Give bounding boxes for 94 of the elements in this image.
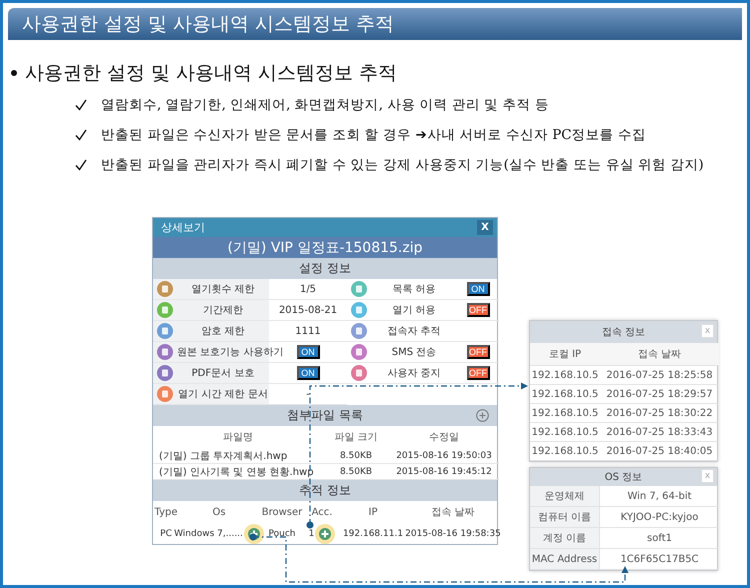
circle-icon	[157, 365, 173, 381]
column-header: Acc.	[312, 506, 332, 518]
table-cell: 2015-08-16 19:50:03	[396, 450, 492, 460]
circle-icon	[351, 365, 367, 381]
table-cell-text: (기밀) 인사기록 및 연봉 현황.hwp	[159, 466, 314, 478]
table-cell: 192.168.11.1	[342, 528, 404, 538]
column-header: 파일명	[223, 431, 253, 444]
column-header: 로컬 IP	[548, 348, 582, 361]
column-header: IP	[368, 506, 378, 518]
column-header: 접속 날짜	[431, 506, 475, 519]
table-cell: 2016-07-25 18:40:05	[606, 446, 713, 456]
table-cell: 1	[308, 528, 314, 538]
setting-value: -	[306, 388, 310, 400]
setting-label: 열기 시간 제한 문서	[177, 388, 269, 401]
slide-heading: 사용권한 설정 및 사용내역 시스템정보 추적	[25, 61, 398, 86]
popup-title: OS 정보	[604, 471, 642, 484]
slide-title-bar: 사용권한 설정 및 사용내역 시스템정보 추적	[8, 8, 742, 40]
check-icon	[75, 129, 87, 141]
circle-icon	[351, 323, 367, 339]
circle-icon	[157, 323, 173, 339]
setting-value: 2015-08-21	[278, 304, 338, 316]
section-header: 첨부파일 목록	[287, 407, 363, 424]
setting-label: 접속자 추적	[386, 325, 442, 338]
circle-icon	[351, 302, 367, 318]
section-header: 추적 정보	[153, 480, 497, 501]
field-label: 컴퓨터 이름	[538, 511, 592, 524]
circle-icon	[351, 281, 367, 297]
bullet-text: 반출된 파일을 관리자가 즉시 폐기할 수 있는 강제 사용중지 기능(실수 반출 또는 유실 위험 감지)	[101, 156, 704, 174]
table-cell: PC	[160, 528, 172, 538]
table-cell: 8.50KB	[340, 450, 372, 460]
bullet-text: 반출된 파일은 수신자가 받은 문서를 조회 할 경우 ➔사내 서버로 수신자 PC정보를 수집	[101, 126, 646, 144]
section-header: 설정 정보	[153, 258, 497, 279]
plus-icon[interactable]	[315, 524, 336, 544]
table-cell: 2015-08-16 19:58:35	[405, 528, 501, 538]
toggle-switch[interactable]: ON	[466, 282, 490, 296]
column-header: 파일 크기	[334, 431, 378, 444]
toggle-switch[interactable]: OFF	[466, 303, 490, 317]
file-name: (기밀) VIP 일정표-150815.zip	[153, 237, 497, 258]
column-header: 수정일	[429, 431, 459, 444]
circle-icon	[351, 344, 367, 360]
table-cell-text: (기밀) 그룹 투자계획서.hwp	[159, 450, 288, 462]
setting-label: PDF문서 보호	[190, 367, 256, 380]
toggle-switch[interactable]: OFF	[466, 366, 490, 380]
window-title: 상세보기	[161, 220, 205, 235]
setting-value: 1/5	[300, 284, 316, 294]
check-icon	[75, 159, 87, 171]
table-cell: 2016-07-25 18:30:22	[606, 408, 713, 418]
column-header: Type	[154, 506, 178, 518]
table-cell: 2015-08-16 19:45:12	[396, 466, 492, 476]
setting-label: 암호 제한	[200, 325, 246, 338]
bullet-text: 열람회수, 열람기한, 인쇄제어, 화면캡쳐방지, 사용 이력 관리 및 추적 등	[101, 96, 549, 114]
circle-icon	[157, 386, 173, 402]
field-label: MAC Address	[532, 554, 598, 564]
field-label: 계정 이름	[542, 532, 586, 545]
circle-icon	[157, 281, 173, 297]
setting-label: 목록 허용	[391, 283, 437, 296]
table-cell: 8.50KB	[340, 466, 372, 476]
close-button[interactable]: x	[701, 324, 714, 338]
table-cell: Windows 7,......	[174, 528, 243, 538]
table-cell: 192.168.10.5	[532, 446, 598, 456]
setting-label: 기간제한	[202, 304, 244, 317]
column-header: Os	[212, 506, 226, 518]
field-value: Win 7, 64-bit	[627, 490, 692, 502]
close-button[interactable]: X	[477, 220, 493, 235]
table-cell: 192.168.10.5	[532, 370, 598, 380]
circle-icon	[157, 302, 173, 318]
check-icon	[75, 99, 87, 111]
table-cell: 2016-07-25 18:29:57	[606, 388, 713, 400]
setting-label: 열기횟수 제한	[190, 283, 256, 296]
table-cell: 192.168.10.5	[532, 388, 598, 400]
table-cell: 2016-07-25 18:25:58	[606, 370, 713, 380]
setting-value: 1111	[295, 326, 321, 336]
toggle-switch[interactable]: ON	[296, 366, 320, 380]
field-label: 운영체제	[544, 490, 584, 503]
setting-label: SMS 전송	[390, 346, 438, 359]
setting-label: 원본 보호기능 사용하기	[177, 346, 284, 359]
setting-label: 열기 허용	[391, 304, 437, 317]
field-value: KYJOO-PC:kyjoo	[620, 512, 698, 522]
column-header: Browser	[262, 506, 302, 518]
popup-title: 접속 정보	[602, 326, 646, 339]
setting-label: 사용자 중지	[386, 367, 442, 380]
field-value: 1C6F65C17B5C	[620, 554, 699, 564]
toggle-switch[interactable]: OFF	[466, 345, 490, 359]
table-cell: 192.168.10.5	[532, 426, 598, 438]
table-cell: 192.168.10.5	[532, 408, 598, 418]
plus-icon[interactable]	[476, 409, 489, 422]
column-header: 접속 날짜	[638, 348, 682, 361]
circle-icon	[157, 344, 173, 360]
bullet-icon	[11, 70, 17, 76]
field-value: soft1	[647, 532, 672, 544]
table-cell: Pouch	[268, 528, 296, 538]
table-cell: 2016-07-25 18:33:43	[606, 426, 713, 438]
close-button[interactable]: x	[701, 469, 714, 483]
toggle-switch[interactable]: ON	[296, 345, 320, 359]
